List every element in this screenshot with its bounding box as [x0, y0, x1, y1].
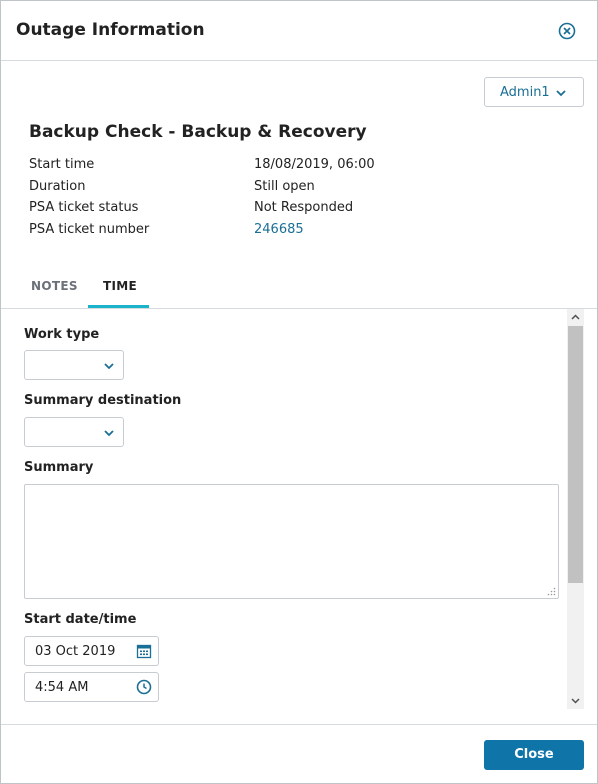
chevron-down-icon [104, 430, 114, 437]
calendar-icon[interactable] [136, 643, 152, 659]
detail-label: PSA ticket status [29, 200, 139, 215]
chevron-down-icon [104, 363, 114, 370]
tab-notes[interactable]: NOTES [31, 279, 78, 293]
summary-destination-select[interactable] [24, 417, 124, 447]
close-button[interactable]: Close [484, 740, 584, 770]
detail-value: Not Responded [254, 200, 354, 215]
detail-row-start-time: Start time 18/08/2019, 06:00 [29, 157, 569, 175]
summary-textarea[interactable] [24, 484, 559, 599]
start-date-value: 03 Oct 2019 [35, 644, 116, 659]
tab-bar: NOTES TIME [16, 271, 584, 309]
detail-value: Still open [254, 179, 315, 194]
dialog-header: Outage Information [1, 1, 597, 61]
check-title: Backup Check - Backup & Recovery [29, 122, 367, 142]
time-form: Work type Summary destination Summary St… [1, 309, 567, 723]
summary-label: Summary [24, 460, 94, 475]
resize-grip-icon[interactable] [547, 587, 556, 596]
clock-icon[interactable] [136, 679, 152, 695]
detail-label: PSA ticket number [29, 222, 150, 237]
user-menu-label: Admin1 [500, 85, 550, 100]
detail-label: Duration [29, 179, 86, 194]
detail-row-duration: Duration Still open [29, 179, 569, 197]
user-menu-dropdown[interactable]: Admin1 [484, 77, 584, 107]
tab-time[interactable]: TIME [103, 279, 137, 293]
work-type-label: Work type [24, 327, 100, 342]
scroll-thumb[interactable] [568, 326, 583, 583]
start-time-value: 4:54 AM [35, 680, 89, 695]
start-time-input[interactable]: 4:54 AM [24, 672, 159, 702]
start-datetime-label: Start date/time [24, 612, 137, 627]
footer-divider [1, 724, 597, 725]
detail-row-psa-ticket-number: PSA ticket number 246685 [29, 222, 569, 240]
close-circle-icon[interactable] [558, 22, 576, 40]
dialog-title: Outage Information [16, 20, 205, 40]
start-date-input[interactable]: 03 Oct 2019 [24, 636, 159, 666]
scroll-down-arrow-icon[interactable] [567, 692, 584, 709]
work-type-select[interactable] [24, 350, 124, 380]
form-scrollbar[interactable] [567, 309, 584, 709]
outage-information-dialog: Outage Information Admin1 Backup Check -… [0, 0, 598, 784]
detail-value: 18/08/2019, 06:00 [254, 157, 375, 172]
chevron-down-icon [556, 90, 566, 97]
psa-ticket-link[interactable]: 246685 [254, 222, 304, 237]
scroll-up-arrow-icon[interactable] [567, 309, 584, 326]
detail-row-psa-status: PSA ticket status Not Responded [29, 200, 569, 218]
summary-destination-label: Summary destination [24, 393, 182, 408]
detail-label: Start time [29, 157, 95, 172]
